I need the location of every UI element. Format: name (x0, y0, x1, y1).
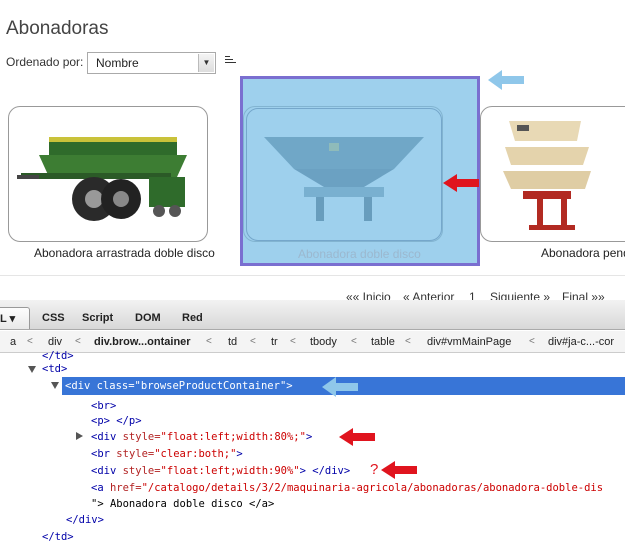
crumb-separator-icon: < (206, 336, 212, 347)
crumb-3[interactable]: td (228, 336, 237, 348)
html-line-anchor-close[interactable]: "> Abonadora doble disco </a> (91, 498, 274, 510)
devtools-toolbar: L ▾ CSS Script DOM Red (0, 300, 625, 330)
product-name-1[interactable]: Abonadora arrastrada doble disco (34, 246, 215, 260)
blue-arrow-icon (322, 377, 358, 397)
crumb-separator-icon: < (351, 336, 357, 347)
red-arrow-icon (443, 174, 479, 192)
product-name-3[interactable]: Abonadora pend (541, 246, 625, 260)
breadcrumb: a < div < div.brow...ontainer < td < tr … (0, 331, 625, 353)
html-line-div-90[interactable]: <div style="float:left;width:90%"> </div… (91, 465, 350, 477)
sort-direction-icon[interactable] (225, 56, 237, 66)
spreader-trailer-image (17, 137, 187, 221)
crumb-separator-icon: < (405, 336, 411, 347)
expand-toggle-icon[interactable] (51, 382, 59, 389)
inspector-highlight-overlay: Abonadora doble disco (240, 76, 480, 266)
crumb-2[interactable]: div.brow...ontainer (94, 336, 191, 348)
expand-toggle-icon[interactable] (28, 366, 36, 373)
crumb-1[interactable]: div (48, 336, 62, 348)
crumb-separator-icon: < (27, 336, 33, 347)
crumb-8[interactable]: div#ja-c...-cor (548, 336, 614, 348)
html-line-td[interactable]: <td> (42, 363, 67, 375)
product-card-1[interactable] (8, 106, 208, 242)
html-line-anchor[interactable]: <a href="/catalogo/details/3/2/maquinari… (91, 482, 603, 494)
pendulum-spreader-image (503, 121, 591, 230)
product-name-2[interactable]: Abonadora doble disco (298, 247, 421, 261)
highlight-card-outline (246, 108, 442, 241)
html-line-p[interactable]: <p> </p> (91, 415, 142, 427)
question-mark: ? (370, 461, 379, 478)
html-line-br[interactable]: <br> (91, 400, 116, 412)
html-line-div-80[interactable]: <div style="float:left;width:80%;"> (91, 431, 312, 443)
crumb-separator-icon: < (75, 336, 81, 347)
collapse-toggle-icon[interactable] (76, 432, 83, 440)
crumb-5[interactable]: tbody (310, 336, 337, 348)
tab-net[interactable]: Red (182, 312, 203, 324)
crumb-4[interactable]: tr (271, 336, 278, 348)
red-arrow-icon (339, 428, 375, 446)
crumb-7[interactable]: div#vmMainPage (427, 336, 511, 348)
html-line-close-div[interactable]: </div> (66, 514, 104, 526)
crumb-6[interactable]: table (371, 336, 395, 348)
crumb-separator-icon: < (250, 336, 256, 347)
crumb-separator-icon: < (529, 336, 535, 347)
html-line-browse-container: <div class="browseProductContainer"> (65, 380, 293, 392)
tab-html[interactable]: L ▾ (0, 312, 15, 325)
html-line-close-td-2[interactable]: </td> (42, 531, 74, 543)
tab-script[interactable]: Script (82, 312, 113, 324)
blue-arrow-icon (488, 70, 524, 90)
tab-css[interactable]: CSS (42, 312, 65, 324)
order-label: Ordenado por: (6, 55, 84, 69)
chevron-down-icon: ▼ (198, 54, 214, 72)
crumb-separator-icon: < (290, 336, 296, 347)
pager-divider (0, 275, 625, 276)
order-select-value: Nombre (96, 56, 139, 70)
crumb-0[interactable]: a (10, 336, 16, 348)
order-select[interactable]: Nombre ▼ (87, 52, 216, 74)
product-card-3[interactable] (480, 106, 625, 242)
red-arrow-icon (381, 461, 417, 479)
html-line-br-clear[interactable]: <br style="clear:both;"> (91, 448, 243, 460)
screenshot-root: Abonadoras Ordenado por: Nombre ▼ Abonad… (0, 0, 625, 548)
tab-dom[interactable]: DOM (135, 312, 161, 324)
page-title: Abonadoras (6, 18, 109, 39)
html-line-close-td[interactable]: </td> (42, 350, 74, 362)
